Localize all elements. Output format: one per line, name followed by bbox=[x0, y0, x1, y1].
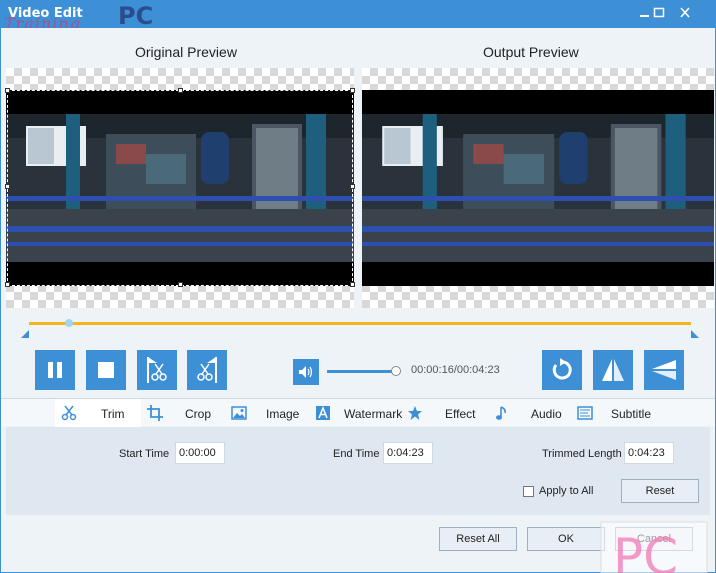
tab-effect[interactable]: Effect bbox=[403, 399, 489, 427]
pause-button[interactable] bbox=[35, 350, 75, 390]
cancel-button[interactable]: Cancel bbox=[615, 527, 693, 551]
reset-all-label: Reset All bbox=[456, 533, 500, 545]
flip-vertical-button[interactable] bbox=[644, 350, 684, 390]
reset-label: Reset bbox=[645, 485, 675, 497]
volume-slider-knob[interactable] bbox=[391, 366, 401, 376]
window-title: Video Edit bbox=[8, 6, 83, 21]
maximize-button[interactable] bbox=[650, 5, 668, 21]
close-icon bbox=[680, 7, 690, 18]
crop-handle[interactable] bbox=[350, 184, 355, 189]
volume-slider-track[interactable] bbox=[327, 370, 397, 373]
speaker-icon bbox=[299, 366, 313, 378]
stop-icon bbox=[98, 362, 114, 378]
crop-icon bbox=[147, 405, 163, 421]
crop-handle[interactable] bbox=[5, 184, 10, 189]
tab-trim[interactable]: Trim bbox=[55, 399, 141, 427]
ok-label: OK bbox=[558, 533, 574, 545]
end-time-input[interactable] bbox=[383, 442, 433, 464]
trim-end-marker[interactable] bbox=[691, 330, 699, 338]
title-bar: Video Edit bbox=[0, 0, 716, 28]
subtitle-icon bbox=[577, 406, 593, 420]
tab-label: Crop bbox=[185, 407, 212, 421]
music-note-icon bbox=[496, 406, 506, 420]
trimmed-length-label: Trimmed Length bbox=[542, 448, 622, 460]
original-preview-label: Original Preview bbox=[135, 44, 237, 60]
tab-label: Audio bbox=[531, 407, 562, 421]
ok-button[interactable]: OK bbox=[527, 527, 605, 551]
crop-handle[interactable] bbox=[5, 282, 10, 287]
reset-all-button[interactable]: Reset All bbox=[439, 527, 517, 551]
crop-handle[interactable] bbox=[5, 88, 10, 93]
output-preview-canvas bbox=[362, 68, 714, 308]
start-time-input[interactable] bbox=[175, 442, 225, 464]
star-icon bbox=[408, 406, 422, 420]
image-icon bbox=[231, 406, 247, 420]
crop-handle[interactable] bbox=[350, 88, 355, 93]
output-preview-label: Output Preview bbox=[483, 44, 579, 60]
playhead[interactable] bbox=[64, 319, 73, 327]
end-time-label: End Time bbox=[333, 448, 380, 460]
reset-button[interactable]: Reset bbox=[621, 479, 699, 503]
set-end-button[interactable] bbox=[187, 350, 227, 390]
tab-watermark[interactable]: Watermark bbox=[309, 399, 403, 427]
rotate-button[interactable] bbox=[542, 350, 582, 390]
output-video-frame bbox=[362, 90, 714, 286]
tab-crop[interactable]: Crop bbox=[141, 399, 225, 427]
trim-panel bbox=[6, 427, 710, 515]
video-edit-content: Original Preview Output Preview 00:00:16… bbox=[0, 28, 716, 573]
crop-handle[interactable] bbox=[350, 282, 355, 287]
cut-start-icon bbox=[147, 357, 167, 383]
set-start-button[interactable] bbox=[137, 350, 177, 390]
close-button[interactable] bbox=[672, 5, 698, 21]
flip-vertical-icon bbox=[652, 360, 676, 380]
stop-button[interactable] bbox=[86, 350, 126, 390]
trimmed-length-input[interactable] bbox=[624, 442, 674, 464]
watermark-icon bbox=[316, 405, 330, 420]
flip-horizontal-button[interactable] bbox=[593, 350, 633, 390]
tab-image[interactable]: Image bbox=[225, 399, 309, 427]
edit-tabs: Trim Crop Image Watermark Effect Audio S… bbox=[1, 398, 715, 427]
crop-selection-frame[interactable] bbox=[7, 90, 353, 286]
tab-label: Trim bbox=[101, 407, 125, 421]
timeline-track[interactable] bbox=[29, 322, 691, 325]
rotate-icon bbox=[552, 358, 572, 380]
cancel-label: Cancel bbox=[636, 533, 672, 545]
trim-start-marker[interactable] bbox=[21, 330, 29, 338]
crop-handle[interactable] bbox=[178, 282, 183, 287]
mute-button[interactable] bbox=[293, 359, 319, 385]
tab-label: Effect bbox=[445, 407, 476, 421]
tab-audio[interactable]: Audio bbox=[489, 399, 573, 427]
flip-horizontal-icon bbox=[602, 359, 624, 381]
tab-label: Watermark bbox=[344, 407, 403, 421]
apply-to-all-checkbox[interactable] bbox=[523, 486, 534, 497]
apply-to-all-label: Apply to All bbox=[539, 485, 594, 497]
crop-handle[interactable] bbox=[178, 88, 183, 93]
scissors-icon bbox=[61, 405, 77, 421]
original-preview-canvas bbox=[5, 68, 355, 308]
cut-end-icon bbox=[197, 357, 217, 383]
pause-icon bbox=[48, 362, 62, 378]
timecode: 00:00:16/00:04:23 bbox=[411, 364, 500, 376]
start-time-label: Start Time bbox=[119, 448, 170, 460]
maximize-icon bbox=[653, 7, 665, 18]
gym-scene-image bbox=[362, 114, 714, 262]
tab-subtitle[interactable]: Subtitle bbox=[573, 399, 663, 427]
tab-label: Image bbox=[266, 407, 300, 421]
tab-label: Subtitle bbox=[611, 407, 652, 421]
